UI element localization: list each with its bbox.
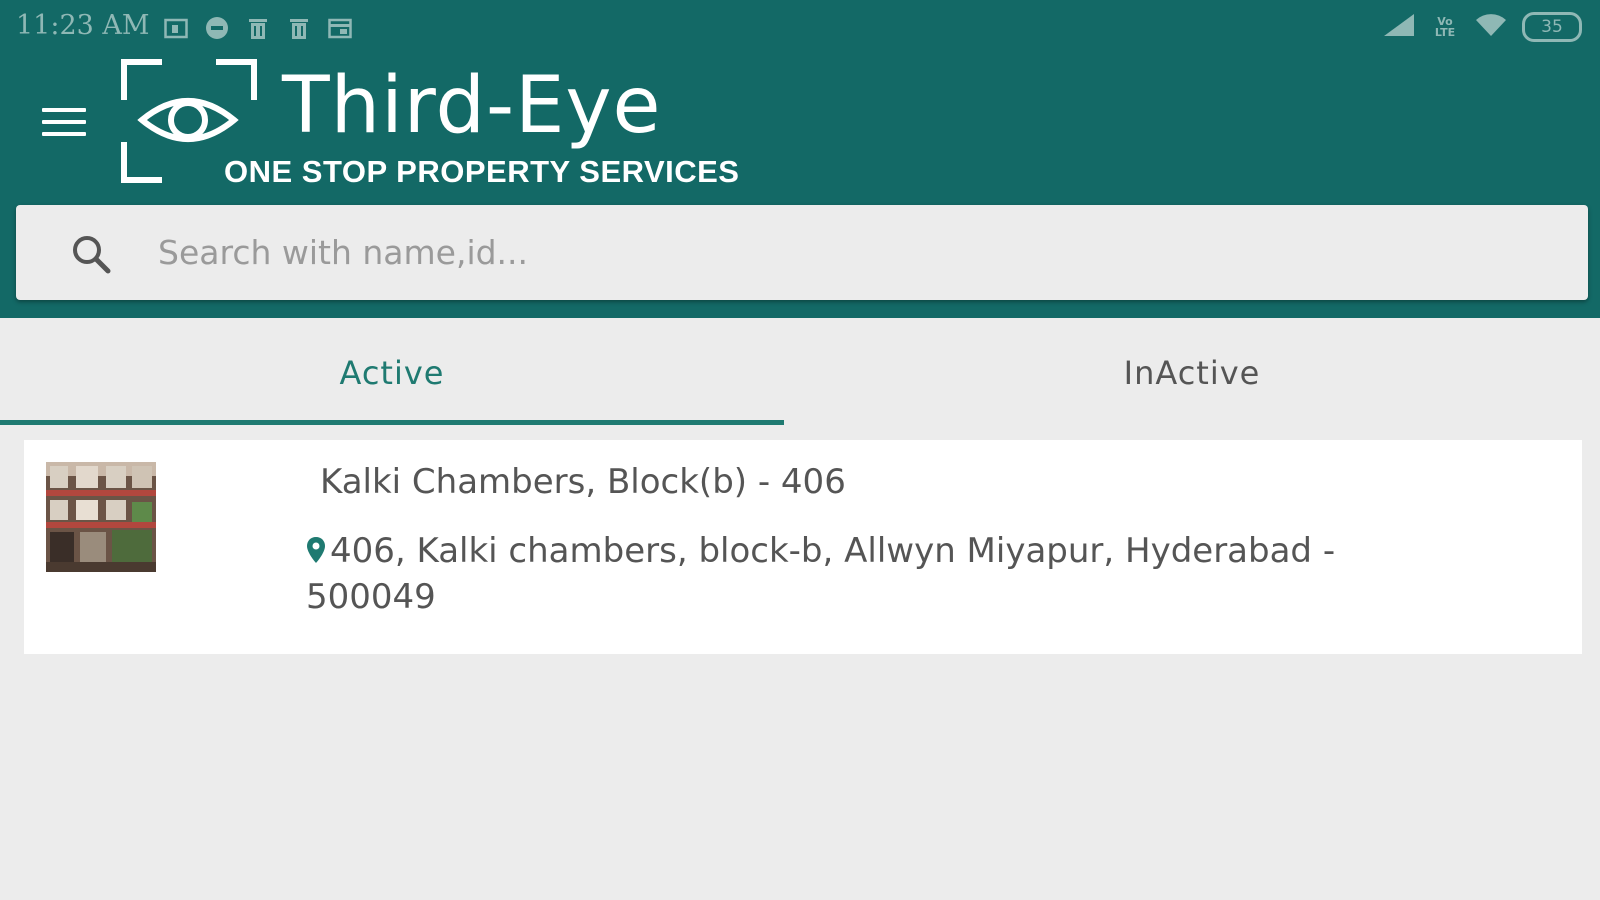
tab-indicator xyxy=(0,420,784,425)
property-address-text: 406, Kalki chambers, block-b, Allwyn Miy… xyxy=(306,531,1336,617)
search-input[interactable] xyxy=(146,227,1570,277)
battery-icon: 35 xyxy=(1522,12,1582,42)
property-thumbnail xyxy=(46,462,156,572)
app-header: 11:23 AM Vo LTE 35 Third-Eye ONE STOP PR… xyxy=(0,0,1600,318)
whatsapp-icon xyxy=(203,14,230,41)
volte-icon: Vo LTE xyxy=(1434,15,1456,39)
trash-icon xyxy=(244,14,271,41)
logo-title: Third-Eye xyxy=(282,61,662,151)
location-pin-icon xyxy=(306,530,326,563)
property-address: 406, Kalki chambers, block-b, Allwyn Miy… xyxy=(306,528,1466,620)
logo-subtitle: ONE STOP PROPERTY SERVICES xyxy=(224,154,740,189)
wifi-icon xyxy=(1474,12,1508,42)
status-tabs: Active InActive xyxy=(0,318,1600,428)
search-icon xyxy=(70,233,114,277)
system-icons: Vo LTE 35 xyxy=(1382,12,1582,42)
search-bar[interactable] xyxy=(16,205,1588,300)
status-time: 11:23 AM xyxy=(16,10,150,41)
tab-active[interactable]: Active xyxy=(0,318,784,428)
tab-inactive[interactable]: InActive xyxy=(800,318,1584,428)
card-icon xyxy=(326,14,353,41)
signal-icon xyxy=(1382,12,1416,42)
hamburger-menu-icon[interactable] xyxy=(36,98,92,146)
status-bar: 11:23 AM Vo LTE 35 xyxy=(0,0,1600,56)
trash-icon xyxy=(285,14,312,41)
calendar-icon xyxy=(162,14,189,41)
property-card[interactable]: Kalki Chambers, Block(b) - 406 406, Kalk… xyxy=(24,440,1582,654)
notification-icons xyxy=(162,14,353,41)
property-name: Kalki Chambers, Block(b) - 406 xyxy=(320,462,846,502)
app-logo: Third-Eye ONE STOP PROPERTY SERVICES xyxy=(118,56,739,190)
